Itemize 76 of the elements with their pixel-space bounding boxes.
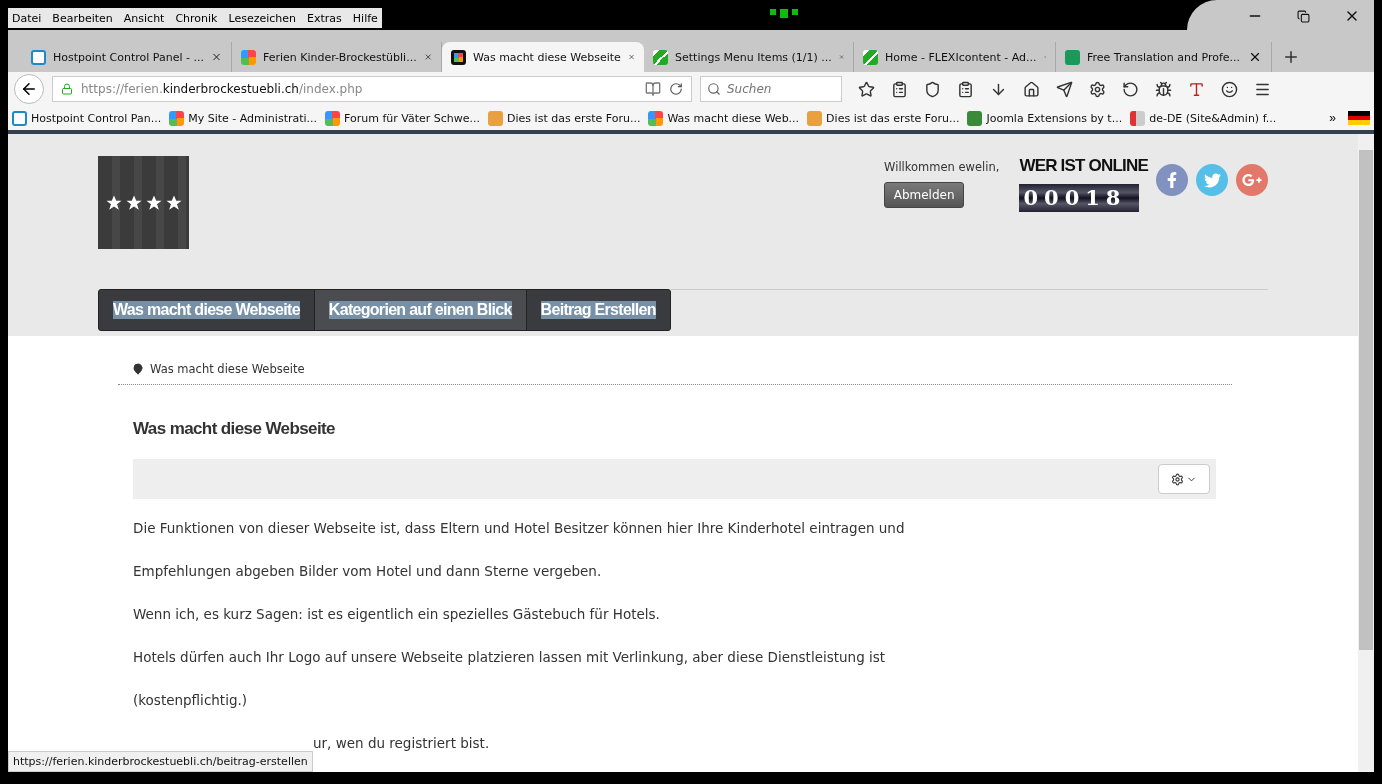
menu-item[interactable]: Lesezeichen bbox=[228, 11, 297, 25]
search-icon bbox=[707, 82, 721, 96]
tab-title: Free Translation and Profe... bbox=[1087, 50, 1241, 64]
letter-icon[interactable] bbox=[1188, 80, 1205, 98]
lock-icon bbox=[61, 83, 73, 95]
google-plus-icon[interactable] bbox=[1236, 164, 1268, 196]
flag-icon bbox=[1348, 111, 1370, 125]
bookmark-item[interactable]: Hostpoint Control Pan... bbox=[12, 110, 162, 126]
scrollbar[interactable] bbox=[1358, 134, 1374, 772]
more-bookmarks-button[interactable]: » bbox=[1325, 111, 1340, 125]
site-favicon-icon bbox=[31, 49, 46, 65]
search-field[interactable]: Suchen bbox=[700, 76, 842, 102]
restore-icon[interactable] bbox=[1297, 9, 1310, 23]
gear-dropdown-button[interactable] bbox=[1158, 464, 1210, 494]
status-url[interactable]: https://ferien.kinderbrockestuebli.ch/beitrag-erstellen bbox=[8, 751, 313, 772]
bookmark-item[interactable]: Dies ist das erste Foru... bbox=[807, 110, 960, 126]
tab-title: Home - FLEXIcontent - Ad... bbox=[885, 50, 1037, 64]
browser-tab[interactable]: Was macht diese Webseite bbox=[442, 42, 644, 72]
gear-icon[interactable] bbox=[1089, 80, 1106, 98]
site-favicon-icon bbox=[12, 110, 27, 126]
menu-item[interactable]: Extras bbox=[307, 11, 342, 25]
online-title: WER IST ONLINE bbox=[1019, 156, 1148, 176]
paragraph: Die Funktionen von dieser Webseite ist, dass Eltern und Hotel Besitzer können hier Ihre Kinderhotel eintragen und bbox=[133, 519, 906, 538]
site-favicon-icon bbox=[967, 110, 983, 126]
new-tab-icon[interactable] bbox=[1282, 48, 1300, 66]
site-favicon-icon bbox=[1065, 49, 1080, 65]
site-favicon-icon bbox=[325, 110, 341, 126]
welcome-text: Willkommen ewelin, bbox=[884, 160, 1000, 174]
bookmark-item[interactable]: Was macht diese Web... bbox=[648, 110, 800, 126]
logout-button[interactable]: Abmelden bbox=[884, 182, 965, 208]
bookmark-item[interactable]: Joomla Extensions by t... bbox=[967, 110, 1123, 126]
breadcrumb-link[interactable]: Was macht diese Webseite bbox=[150, 362, 305, 376]
bookmark-item[interactable]: Forum für Väter Schwe... bbox=[325, 110, 481, 126]
bookmark-item[interactable]: Dies ist das erste Foru... bbox=[488, 110, 641, 126]
menu-item[interactable]: Datei bbox=[12, 11, 42, 25]
site-favicon-icon bbox=[807, 110, 823, 126]
visitor-counter: 00018 bbox=[1019, 184, 1140, 212]
facebook-icon[interactable] bbox=[1156, 164, 1188, 196]
home-icon[interactable] bbox=[1023, 80, 1040, 98]
bookmark-item[interactable]: de-DE (Site&Admin) f... bbox=[1130, 110, 1277, 126]
menu-item[interactable]: Hilfe bbox=[352, 11, 378, 25]
site-favicon-icon bbox=[653, 49, 668, 65]
address-field[interactable]: https://ferien.kinderbrockestuebli.ch/index.php bbox=[52, 76, 692, 102]
article-heading: Was macht diese Webseite bbox=[133, 419, 336, 439]
site-favicon-icon bbox=[648, 110, 664, 126]
site-favicon-icon bbox=[488, 110, 504, 126]
menu-item[interactable]: Bearbeiten bbox=[52, 11, 113, 25]
smiley-icon[interactable] bbox=[1221, 80, 1238, 98]
site-favicon-icon bbox=[169, 110, 185, 126]
site-favicon-icon bbox=[451, 49, 466, 65]
paper-plane-icon[interactable] bbox=[1056, 80, 1073, 98]
back-button[interactable] bbox=[14, 74, 44, 104]
paragraph: ur, wen du registriert bist. bbox=[312, 734, 491, 753]
menu-item[interactable]: Chronik bbox=[175, 11, 218, 25]
paragraph: Empfehlungen abgeben Bilder vom Hotel und dann Sterne vergeben. bbox=[133, 562, 603, 581]
list-icon[interactable] bbox=[891, 80, 908, 98]
tab-title: Settings Menu Items (1/1) ... bbox=[675, 50, 832, 64]
history-icon[interactable] bbox=[1122, 80, 1139, 98]
book-icon[interactable] bbox=[645, 81, 661, 97]
tab-title: Ferien Kinder-Brockestübli... bbox=[263, 50, 417, 64]
close-icon[interactable] bbox=[1248, 50, 1262, 64]
reload-icon[interactable] bbox=[669, 82, 683, 96]
site-favicon-icon bbox=[1130, 110, 1146, 126]
paragraph: Wenn ich, es kurz Sagen: ist es eigentlich ein spezielles Gästebuch für Hotels. bbox=[133, 605, 661, 624]
paragraph: (kostenpflichtig.) bbox=[133, 691, 249, 710]
site-favicon-icon bbox=[863, 49, 878, 65]
bookmark-item[interactable]: My Site - Administrati... bbox=[169, 110, 318, 126]
site-favicon-icon bbox=[241, 49, 256, 65]
star-icon[interactable] bbox=[858, 80, 875, 98]
paragraph: Hotels dürfen auch Ihr Logo auf unsere Webseite platzieren lassen mit Verlinkung, aber diese Dienstleistung ist bbox=[133, 648, 887, 667]
bug-icon[interactable] bbox=[1155, 80, 1172, 98]
gear-icon bbox=[1171, 472, 1184, 486]
tab-title: Was macht diese Webseite bbox=[473, 50, 621, 64]
menu-item[interactable]: Ansicht bbox=[123, 11, 165, 25]
location-pin-icon bbox=[132, 363, 144, 375]
tab-title: Hostpoint Control Panel - ... bbox=[53, 50, 204, 64]
